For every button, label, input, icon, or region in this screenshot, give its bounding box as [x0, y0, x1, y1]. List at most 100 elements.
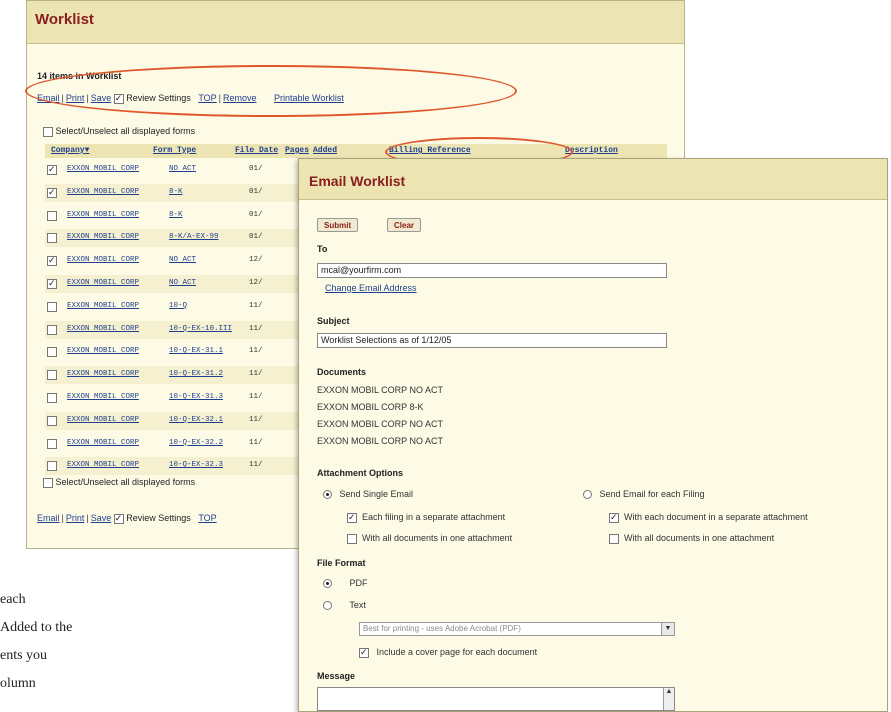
top-link-bottom[interactable]: TOP — [198, 513, 216, 523]
subject-input[interactable]: Worklist Selections as of 1/12/05 — [317, 333, 667, 348]
pdf-radio[interactable] — [323, 579, 332, 589]
row-form-type[interactable]: 10-Q — [169, 302, 187, 310]
select-all-top: Select/Unselect all displayed forms — [43, 126, 195, 137]
row-checkbox[interactable] — [47, 393, 57, 403]
row-checkbox[interactable] — [47, 438, 57, 449]
row-checkbox[interactable] — [47, 461, 57, 472]
submit-button[interactable]: Submit — [317, 218, 359, 232]
row-checkbox[interactable] — [47, 187, 57, 198]
row-form-type[interactable]: 10-Q-EX-31.3 — [169, 393, 223, 401]
attachment-options-label: Attachment Options — [317, 468, 404, 478]
all-docs-label: With all documents in one attachment — [362, 533, 513, 543]
print-link-bottom[interactable]: Print — [66, 513, 85, 523]
each-doc-checkbox[interactable] — [609, 512, 619, 523]
row-checkbox[interactable] — [47, 415, 57, 426]
message-textarea[interactable]: ▲ — [317, 687, 675, 711]
row-checkbox[interactable] — [47, 301, 57, 312]
each-doc-option: With each document in a separate attachm… — [609, 512, 808, 523]
worklist-toolbar-bottom: Email|Print|Save Review Settings TOP — [37, 513, 217, 524]
row-company[interactable]: EXXON MOBIL CORP — [67, 279, 139, 287]
email-link-bottom[interactable]: Email — [37, 513, 60, 523]
row-company[interactable]: EXXON MOBIL CORP — [67, 370, 139, 378]
col-company[interactable]: Company▼ — [51, 146, 89, 155]
row-form-type[interactable]: 10-Q-EX-31.1 — [169, 347, 223, 355]
row-form-type[interactable]: NO ACT — [169, 279, 196, 287]
email-dialog-title: Email Worklist — [309, 173, 406, 189]
row-form-type[interactable]: 10-Q-EX-31.2 — [169, 370, 223, 378]
row-checkbox[interactable] — [47, 370, 57, 381]
change-email-link[interactable]: Change Email Address — [325, 283, 417, 293]
row-checkbox[interactable] — [47, 279, 57, 289]
col-pages[interactable]: Pages — [285, 146, 309, 155]
row-company[interactable]: EXXON MOBIL CORP — [67, 439, 139, 447]
scrollbar[interactable]: ▲ — [663, 688, 674, 710]
send-each-radio[interactable] — [583, 490, 592, 500]
select-all-checkbox[interactable] — [43, 126, 53, 137]
document-item: EXXON MOBIL CORP NO ACT — [317, 385, 444, 395]
each-filing-option: Each filing in a separate attachment — [347, 512, 505, 523]
all-docs-option: With all documents in one attachment — [347, 533, 512, 544]
row-company[interactable]: EXXON MOBIL CORP — [67, 325, 139, 333]
row-company[interactable]: EXXON MOBIL CORP — [67, 165, 139, 173]
clear-button[interactable]: Clear — [387, 218, 422, 232]
all-docs-checkbox[interactable] — [347, 533, 357, 544]
row-form-type[interactable]: 10-Q-EX-32.2 — [169, 439, 223, 447]
col-file-date[interactable]: File Date — [235, 146, 278, 155]
row-file-date: 11/ — [249, 415, 263, 424]
printing-format-value: Best for printing - uses Adobe Acrobat (… — [363, 624, 521, 633]
row-company[interactable]: EXXON MOBIL CORP — [67, 461, 139, 469]
side-text-3: ents you — [0, 648, 48, 663]
row-company[interactable]: EXXON MOBIL CORP — [67, 347, 139, 355]
save-link-bottom[interactable]: Save — [91, 513, 112, 523]
row-company[interactable]: EXXON MOBIL CORP — [67, 416, 139, 424]
row-form-type[interactable]: 10-Q-EX-10.III — [169, 325, 232, 333]
document-item: EXXON MOBIL CORP NO ACT — [317, 436, 444, 446]
row-company[interactable]: EXXON MOBIL CORP — [67, 393, 139, 401]
row-checkbox[interactable] — [47, 256, 57, 267]
email-dialog-header: Email Worklist — [299, 159, 887, 200]
worklist-header: Worklist — [27, 1, 684, 44]
row-form-type[interactable]: NO ACT — [169, 256, 196, 264]
send-each-option: Send Email for each Filing — [583, 489, 705, 500]
row-file-date: 01/ — [249, 210, 263, 219]
row-form-type[interactable]: NO ACT — [169, 165, 196, 173]
each-filing-label: Each filing in a separate attachment — [362, 512, 506, 522]
row-file-date: 11/ — [249, 461, 263, 470]
row-form-type[interactable]: 8-K/A-EX-99 — [169, 233, 219, 241]
all-docs-right-checkbox[interactable] — [609, 533, 619, 544]
row-checkbox[interactable] — [47, 165, 57, 175]
col-form-type[interactable]: Form Type — [153, 146, 196, 155]
row-company[interactable]: EXXON MOBIL CORP — [67, 233, 139, 241]
highlight-oval-toolbar — [25, 65, 517, 117]
email-worklist-dialog: Email Worklist Submit Clear To mcal@your… — [298, 158, 888, 712]
row-checkbox[interactable] — [47, 210, 57, 221]
printing-format-select[interactable]: Best for printing - uses Adobe Acrobat (… — [359, 622, 675, 636]
col-added[interactable]: Added — [313, 146, 337, 155]
row-checkbox[interactable] — [47, 347, 57, 358]
row-file-date: 12/ — [249, 256, 263, 265]
worklist-column-header: Company▼ Form Type File Date Pages Added… — [45, 144, 667, 158]
row-checkbox[interactable] — [47, 324, 57, 335]
send-single-radio[interactable] — [323, 490, 332, 500]
row-checkbox[interactable] — [47, 233, 57, 244]
row-file-date: 11/ — [249, 393, 263, 401]
row-company[interactable]: EXXON MOBIL CORP — [67, 188, 139, 196]
pdf-label: PDF — [349, 578, 368, 588]
review-settings-checkbox-bottom[interactable] — [113, 513, 124, 524]
to-input[interactable]: mcal@yourfirm.com — [317, 263, 667, 278]
row-form-type[interactable]: 10-Q-EX-32.3 — [169, 461, 223, 469]
row-company[interactable]: EXXON MOBIL CORP — [67, 302, 139, 310]
row-company[interactable]: EXXON MOBIL CORP — [67, 256, 139, 264]
cover-page-checkbox[interactable] — [359, 647, 369, 658]
select-all-checkbox-bottom[interactable] — [43, 477, 53, 488]
row-file-date: 01/ — [249, 165, 263, 173]
row-form-type[interactable]: 8-K — [169, 211, 183, 219]
document-item: EXXON MOBIL CORP 8-K — [317, 402, 424, 412]
text-radio[interactable] — [323, 601, 332, 611]
row-company[interactable]: EXXON MOBIL CORP — [67, 211, 139, 219]
row-form-type[interactable]: 10-Q-EX-32.1 — [169, 416, 223, 424]
cover-page-option: Include a cover page for each document — [359, 647, 537, 658]
row-form-type[interactable]: 8-K — [169, 188, 183, 196]
subject-label: Subject — [317, 316, 350, 326]
each-filing-checkbox[interactable] — [347, 512, 357, 523]
